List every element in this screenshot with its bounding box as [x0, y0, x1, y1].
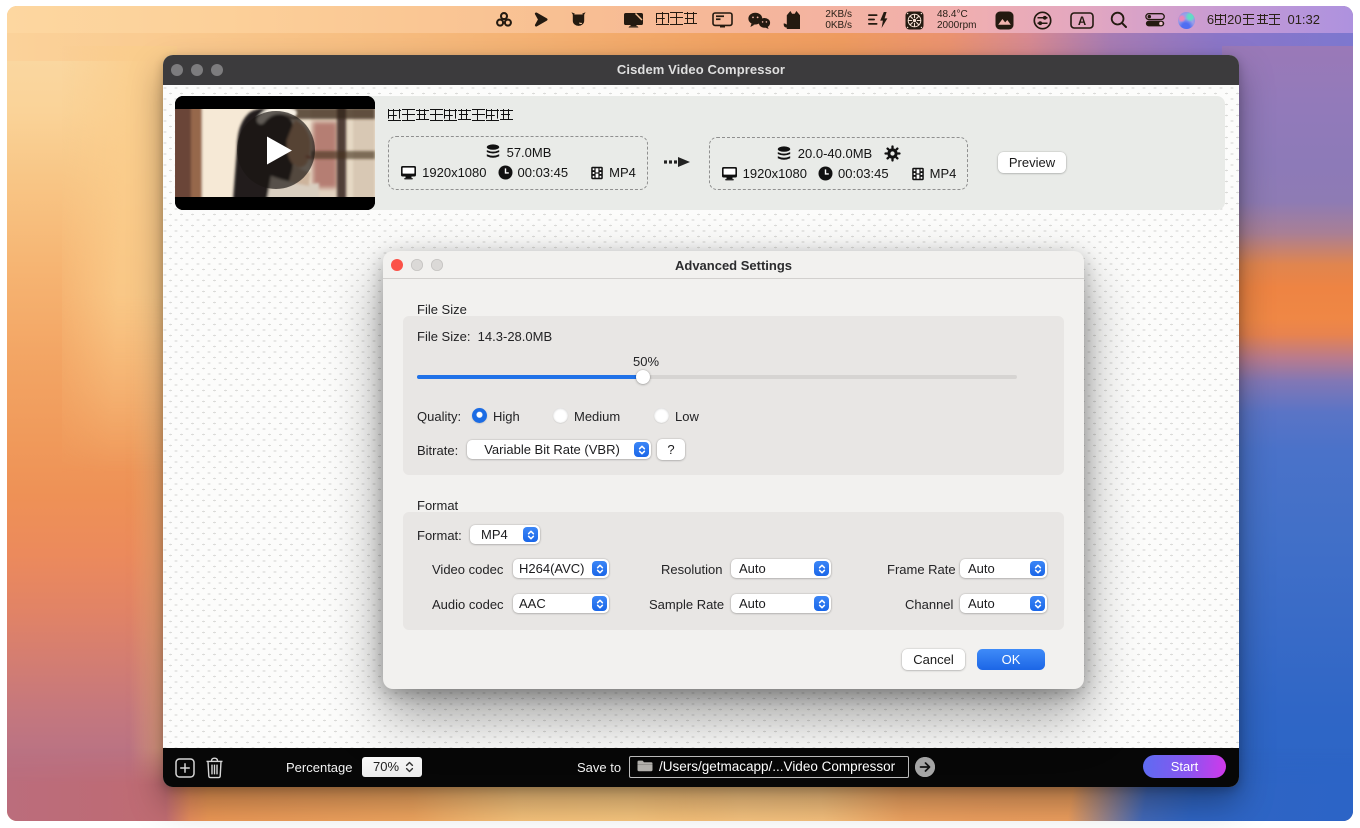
svg-text:A: A [1078, 16, 1086, 28]
